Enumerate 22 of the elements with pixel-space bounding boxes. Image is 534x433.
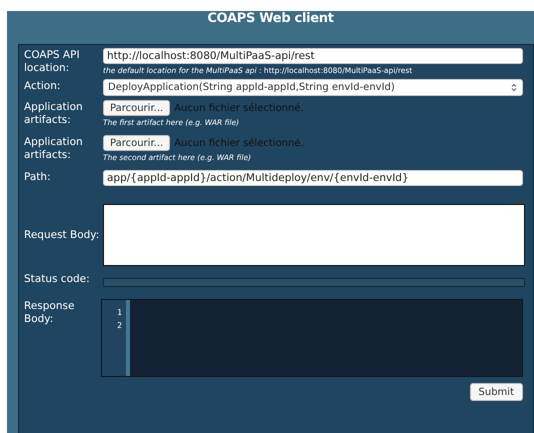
- line-number: 2: [116, 320, 122, 332]
- line-number: 1: [116, 307, 122, 319]
- field-label: Status code:: [24, 272, 91, 287]
- field-label: Request Body:: [24, 228, 100, 242]
- submit-button[interactable]: Submit: [470, 383, 523, 401]
- browse-button[interactable]: Parcourir...: [103, 135, 170, 151]
- field-label: Application artifacts:: [24, 135, 84, 162]
- field-label: Action:: [24, 79, 62, 94]
- browse-button[interactable]: Parcourir...: [103, 100, 170, 116]
- response-body-editor[interactable]: 1 2: [101, 299, 523, 377]
- field-label: COAPS API location:: [24, 48, 81, 75]
- field-label: Path:: [24, 170, 52, 185]
- text-field[interactable]: app/{appId-appId}/action/Multideploy/env/{envId-envId}: [103, 170, 523, 186]
- file-status: Aucun fichier sélectionné.: [174, 102, 304, 114]
- action-dropdown[interactable]: DeployApplication(String appId-appId,String envId-envId): [103, 79, 523, 96]
- file-status: Aucun fichier sélectionné.: [174, 138, 304, 148]
- request-body-field[interactable]: [103, 204, 525, 266]
- page-title: COAPS Web client: [206, 11, 335, 28]
- spinner-icon: [511, 83, 517, 92]
- text-field[interactable]: http://localhost:8080/MultiPaaS-api/rest: [103, 48, 523, 64]
- field-label: Response Body:: [24, 299, 76, 327]
- field-label: Application artifacts:: [24, 100, 84, 127]
